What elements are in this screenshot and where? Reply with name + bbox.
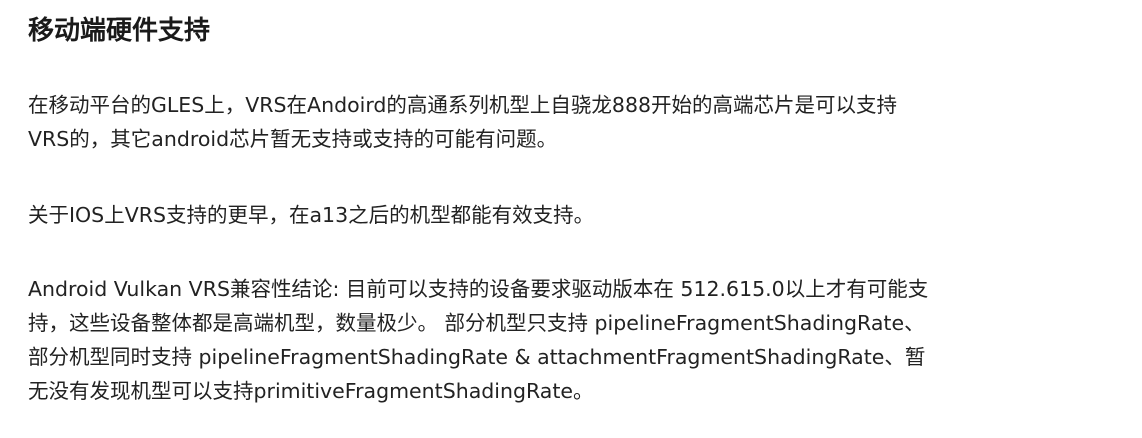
- paragraph-ios-support: 关于IOS上VRS支持的更早，在a13之后的机型都能有效支持。: [28, 198, 1108, 232]
- paragraph-line: 无没有发现机型可以支持primitiveFragmentShadingRate。: [28, 379, 594, 403]
- paragraph-vulkan-compat: Android Vulkan VRS兼容性结论: 目前可以支持的设备要求驱动版本…: [28, 272, 1108, 408]
- paragraph-line: 在移动平台的GLES上，VRS在Andoird的高通系列机型上自骁龙888开始的…: [28, 93, 898, 117]
- paragraph-gles-support: 在移动平台的GLES上，VRS在Andoird的高通系列机型上自骁龙888开始的…: [28, 88, 1108, 156]
- paragraph-line: 关于IOS上VRS支持的更早，在a13之后的机型都能有效支持。: [28, 203, 595, 227]
- paragraph-line: VRS的，其它android芯片暂无支持或支持的可能有问题。: [28, 127, 558, 151]
- section-heading: 移动端硬件支持: [28, 16, 211, 46]
- paragraph-line: 部分机型同时支持 pipelineFragmentShadingRate & a…: [28, 345, 926, 369]
- paragraph-line: 持，这些设备整体都是高端机型，数量极少。 部分机型只支持 pipelineFra…: [28, 311, 925, 335]
- paragraph-line: Android Vulkan VRS兼容性结论: 目前可以支持的设备要求驱动版本…: [28, 277, 929, 301]
